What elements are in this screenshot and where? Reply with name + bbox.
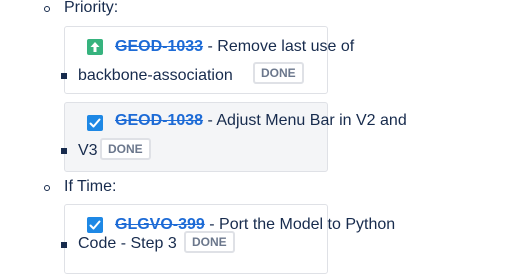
status-badge: DONE [100, 138, 151, 160]
status-badge: DONE [253, 62, 304, 84]
issue-summary: V3 [78, 142, 98, 159]
list-bullet [61, 242, 67, 248]
issue-summary: - Adjust Menu Bar in V2 and [203, 112, 407, 129]
issue-summary: - Remove last use of [203, 38, 355, 55]
checkbox-icon [87, 115, 103, 131]
issue-key-link[interactable]: GEOD-1033 [115, 38, 203, 55]
outline-bullet [44, 6, 50, 12]
outline-bullet [44, 185, 50, 191]
list-bullet [61, 73, 67, 79]
issue-summary: backbone-association [78, 67, 233, 84]
issue-key-link[interactable]: GEOD-1038 [115, 112, 203, 129]
status-badge: DONE [184, 231, 235, 253]
section-label-if-time: If Time: [64, 178, 117, 195]
checkbox-icon [87, 217, 103, 233]
list-bullet [61, 148, 67, 154]
issue-summary: Code - Step 3 [78, 235, 177, 252]
section-label-priority: Priority: [64, 0, 119, 16]
up-arrow-icon [87, 39, 103, 55]
issue-card: GEOD-1038 - Adjust Menu Bar in V2 and [64, 102, 407, 172]
